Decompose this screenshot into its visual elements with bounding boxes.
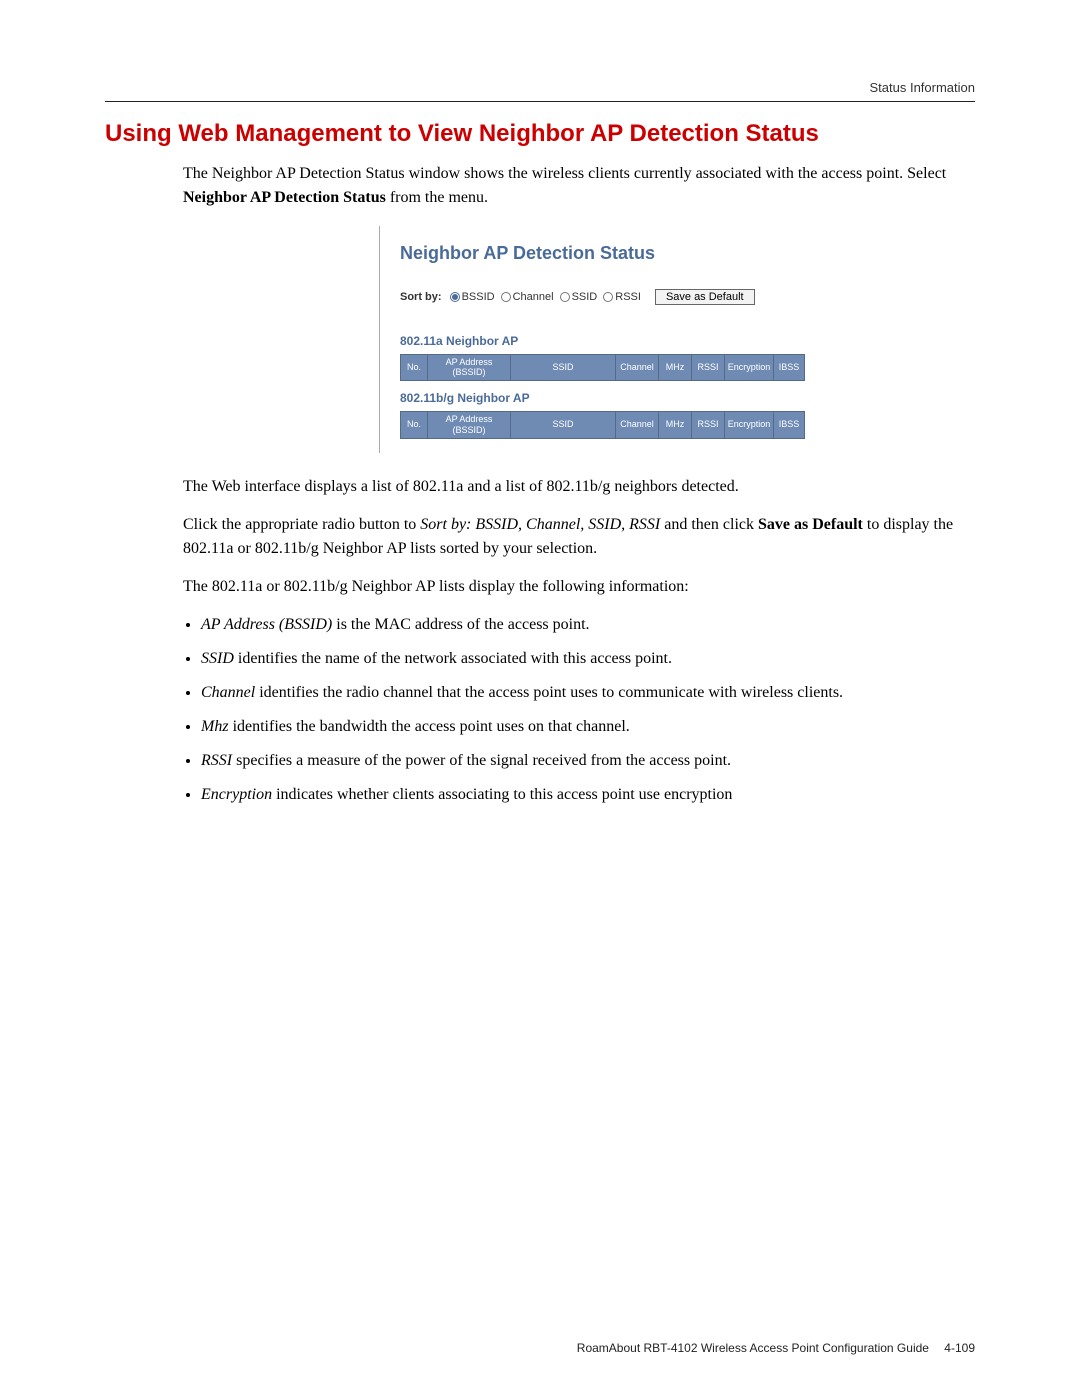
p3-c: and then click bbox=[660, 516, 758, 533]
section-80211a-heading: 802.11a Neighbor AP bbox=[400, 332, 759, 350]
col-channel-bg: Channel bbox=[616, 412, 659, 439]
table-80211a: No. AP Address (BSSID) SSID Channel MHz … bbox=[400, 354, 805, 382]
intro-bold: Neighbor AP Detection Status bbox=[183, 189, 386, 206]
field-definitions-list: AP Address (BSSID) is the MAC address of… bbox=[201, 613, 975, 807]
footer-doc-title: RoamAbout RBT-4102 Wireless Access Point… bbox=[577, 1341, 929, 1355]
term: AP Address (BSSID) bbox=[201, 616, 332, 633]
col-mhz-bg: MHz bbox=[659, 412, 692, 439]
list-item: AP Address (BSSID) is the MAC address of… bbox=[201, 613, 975, 637]
p3-italic: Sort by: BSSID, Channel, SSID, RSSI bbox=[420, 516, 660, 533]
sort-row: Sort by: BSSID Channel SSID RSSI Sav bbox=[400, 289, 759, 306]
col-ssid-bg: SSID bbox=[511, 412, 616, 439]
term: Mhz bbox=[201, 718, 229, 735]
page-title: Using Web Management to View Neighbor AP… bbox=[105, 120, 975, 148]
sort-option-channel-label: Channel bbox=[513, 289, 554, 306]
col-encryption: Encryption bbox=[725, 354, 774, 381]
panel-title: Neighbor AP Detection Status bbox=[400, 240, 759, 267]
intro-paragraph: The Neighbor AP Detection Status window … bbox=[183, 162, 975, 210]
col-rssi-bg: RSSI bbox=[692, 412, 725, 439]
page-footer: RoamAbout RBT-4102 Wireless Access Point… bbox=[577, 1341, 975, 1355]
sort-radio-channel[interactable] bbox=[501, 292, 511, 302]
rest: specifies a measure of the power of the … bbox=[232, 752, 731, 769]
col-encryption-bg: Encryption bbox=[725, 412, 774, 439]
sort-option-bssid[interactable]: BSSID bbox=[450, 289, 495, 306]
term: Channel bbox=[201, 684, 255, 701]
rest: identifies the name of the network assoc… bbox=[234, 650, 672, 667]
col-ap-address-bg-l2: (BSSID) bbox=[452, 425, 485, 435]
footer-page-number: 4-109 bbox=[944, 1341, 975, 1355]
rest: is the MAC address of the access point. bbox=[332, 616, 589, 633]
sort-radio-rssi[interactable] bbox=[603, 292, 613, 302]
paragraph-sort-instructions: Click the appropriate radio button to So… bbox=[183, 513, 975, 561]
sort-label: Sort by: bbox=[400, 289, 442, 306]
list-item: Mhz identifies the bandwidth the access … bbox=[201, 715, 975, 739]
col-channel: Channel bbox=[616, 354, 659, 381]
col-ap-address-bg: AP Address (BSSID) bbox=[428, 412, 511, 439]
sort-option-ssid-label: SSID bbox=[572, 289, 598, 306]
p3-bold: Save as Default bbox=[758, 516, 863, 533]
sort-option-rssi[interactable]: RSSI bbox=[603, 289, 641, 306]
table-80211bg: No. AP Address (BSSID) SSID Channel MHz … bbox=[400, 411, 805, 439]
col-ibss: IBSS bbox=[774, 354, 805, 381]
save-as-default-button[interactable]: Save as Default bbox=[655, 289, 755, 305]
neighbor-ap-panel: Neighbor AP Detection Status Sort by: BS… bbox=[379, 226, 779, 453]
term: Encryption bbox=[201, 786, 272, 803]
intro-text-a: The Neighbor AP Detection Status window … bbox=[183, 165, 946, 182]
col-no-bg: No. bbox=[401, 412, 428, 439]
col-no: No. bbox=[401, 354, 428, 381]
rest: indicates whether clients associating to… bbox=[272, 786, 732, 803]
paragraph-lists-display: The 802.11a or 802.11b/g Neighbor AP lis… bbox=[183, 575, 975, 599]
term: SSID bbox=[201, 650, 234, 667]
term: RSSI bbox=[201, 752, 232, 769]
paragraph-web-interface: The Web interface displays a list of 802… bbox=[183, 475, 975, 499]
list-item: RSSI specifies a measure of the power of… bbox=[201, 749, 975, 773]
rest: identifies the bandwidth the access poin… bbox=[229, 718, 630, 735]
list-item: Channel identifies the radio channel tha… bbox=[201, 681, 975, 705]
sort-option-rssi-label: RSSI bbox=[615, 289, 641, 306]
sort-option-ssid[interactable]: SSID bbox=[560, 289, 598, 306]
col-ibss-bg: IBSS bbox=[774, 412, 805, 439]
col-ssid: SSID bbox=[511, 354, 616, 381]
header-section-label: Status Information bbox=[105, 80, 975, 95]
header-rule bbox=[105, 101, 975, 102]
sort-option-bssid-label: BSSID bbox=[462, 289, 495, 306]
sort-option-channel[interactable]: Channel bbox=[501, 289, 554, 306]
list-item: Encryption indicates whether clients ass… bbox=[201, 783, 975, 807]
col-rssi: RSSI bbox=[692, 354, 725, 381]
col-ap-address: AP Address (BSSID) bbox=[428, 354, 511, 381]
sort-radio-bssid[interactable] bbox=[450, 292, 460, 302]
col-ap-address-l2: (BSSID) bbox=[452, 367, 485, 377]
rest: identifies the radio channel that the ac… bbox=[255, 684, 843, 701]
col-ap-address-l1: AP Address bbox=[446, 357, 493, 367]
p3-a: Click the appropriate radio button to bbox=[183, 516, 420, 533]
sort-radio-ssid[interactable] bbox=[560, 292, 570, 302]
col-mhz: MHz bbox=[659, 354, 692, 381]
col-ap-address-bg-l1: AP Address bbox=[446, 414, 493, 424]
intro-text-c: from the menu. bbox=[386, 189, 488, 206]
section-80211bg-heading: 802.11b/g Neighbor AP bbox=[400, 389, 759, 407]
list-item: SSID identifies the name of the network … bbox=[201, 647, 975, 671]
